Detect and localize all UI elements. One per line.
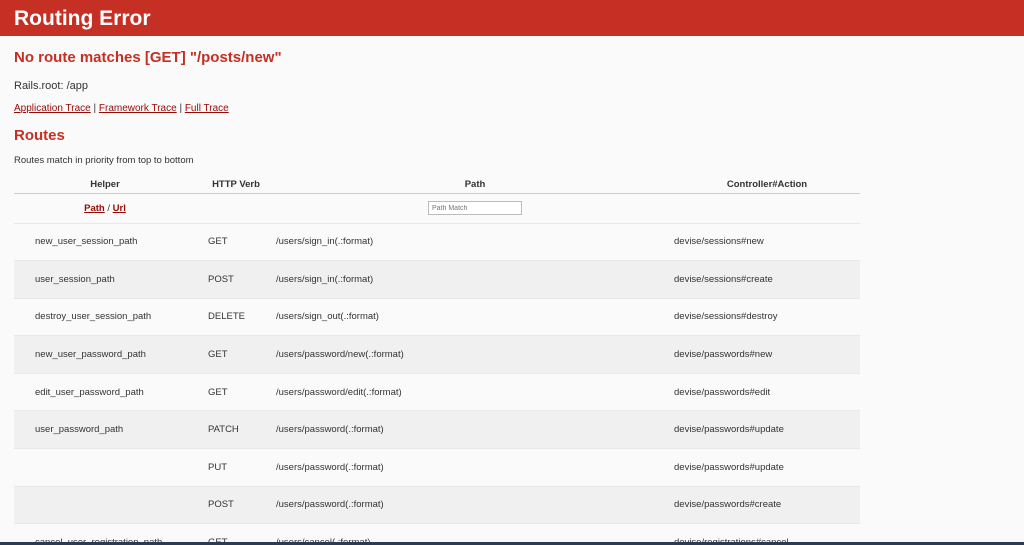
page-title: Routing Error	[14, 7, 151, 30]
error-header-bar: Routing Error	[0, 0, 1024, 36]
helper-column-header: Helper	[14, 176, 196, 194]
route-controller-action: devise/passwords#update	[674, 448, 860, 487]
routes-header-row: Helper HTTP Verb Path Controller#Action	[14, 176, 860, 194]
route-helper: edit_user_password_path	[14, 372, 196, 411]
route-path: /users/password(.:format)	[276, 485, 674, 524]
route-row: new_user_password_path GET/users/password…	[14, 335, 860, 374]
route-helper: new_user_password_path	[14, 335, 196, 374]
route-verb: POST	[196, 260, 276, 299]
controller-column-header: Controller#Action	[674, 176, 860, 194]
route-verb: DELETE	[196, 297, 276, 336]
route-controller-action: devise/passwords#new	[674, 335, 860, 374]
trace-links: Application Trace | Framework Trace | Fu…	[14, 102, 1010, 115]
path-column-header: Path	[276, 176, 674, 194]
route-verb: PUT	[196, 448, 276, 487]
filter-empty-cell	[674, 193, 860, 223]
route-verb: PATCH	[196, 410, 276, 449]
trace-separator: |	[90, 103, 99, 114]
path-url-toggle: Path / Url	[14, 193, 196, 223]
path-match-cell	[276, 193, 674, 223]
path-toggle-link[interactable]: Path	[84, 203, 105, 214]
routes-heading: Routes	[14, 127, 65, 144]
route-row: PUT/users/password(.:format) devise/passw…	[14, 448, 860, 487]
route-path: /users/sign_in(.:format)	[276, 222, 674, 261]
error-message: No route matches [GET] "/posts/new"	[14, 49, 282, 66]
verb-column-header: HTTP Verb	[196, 176, 276, 194]
path-match-input[interactable]	[428, 201, 522, 215]
route-row: user_password_path PATCH/users/password(.…	[14, 410, 860, 449]
route-controller-action: devise/passwords#edit	[674, 372, 860, 411]
route-verb: POST	[196, 485, 276, 524]
routes-table: Helper HTTP Verb Path Controller#Action …	[14, 176, 860, 545]
route-helper	[14, 448, 196, 487]
route-row: POST/users/password(.:format) devise/pass…	[14, 485, 860, 524]
route-row: destroy_user_session_path DELETE/users/si…	[14, 297, 860, 336]
rails-root-text: Rails.root: /app	[14, 80, 88, 92]
route-helper	[14, 485, 196, 524]
main-content: No route matches [GET] "/posts/new" Rail…	[0, 49, 1024, 545]
full-trace-link[interactable]: Full Trace	[185, 103, 229, 114]
route-controller-action: devise/passwords#update	[674, 410, 860, 449]
route-path: /users/sign_out(.:format)	[276, 297, 674, 336]
route-row: new_user_session_path GET/users/sign_in(.…	[14, 222, 860, 261]
route-helper: user_session_path	[14, 260, 196, 299]
route-controller-action: devise/passwords#create	[674, 485, 860, 524]
route-verb: GET	[196, 372, 276, 411]
filter-empty-cell	[196, 193, 276, 223]
route-helper: new_user_session_path	[14, 222, 196, 261]
route-controller-action: devise/sessions#create	[674, 260, 860, 299]
route-row: edit_user_password_path GET/users/passwor…	[14, 372, 860, 411]
route-verb: GET	[196, 222, 276, 261]
framework-trace-link[interactable]: Framework Trace	[99, 103, 177, 114]
url-toggle-link[interactable]: Url	[113, 203, 126, 214]
route-helper: user_password_path	[14, 410, 196, 449]
toggle-separator: /	[104, 202, 113, 214]
trace-separator: |	[176, 103, 185, 114]
routes-priority-note: Routes match in priority from top to bot…	[14, 155, 194, 166]
routes-filter-row: Path / Url	[14, 193, 860, 223]
route-controller-action: devise/sessions#destroy	[674, 297, 860, 336]
route-path: /users/password/new(.:format)	[276, 335, 674, 374]
route-helper: destroy_user_session_path	[14, 297, 196, 336]
route-controller-action: devise/sessions#new	[674, 222, 860, 261]
application-trace-link[interactable]: Application Trace	[14, 103, 91, 114]
route-path: /users/password(.:format)	[276, 410, 674, 449]
route-path: /users/sign_in(.:format)	[276, 260, 674, 299]
route-verb: GET	[196, 335, 276, 374]
route-path: /users/password/edit(.:format)	[276, 372, 674, 411]
route-path: /users/password(.:format)	[276, 448, 674, 487]
route-row: user_session_path POST/users/sign_in(.:fo…	[14, 260, 860, 299]
